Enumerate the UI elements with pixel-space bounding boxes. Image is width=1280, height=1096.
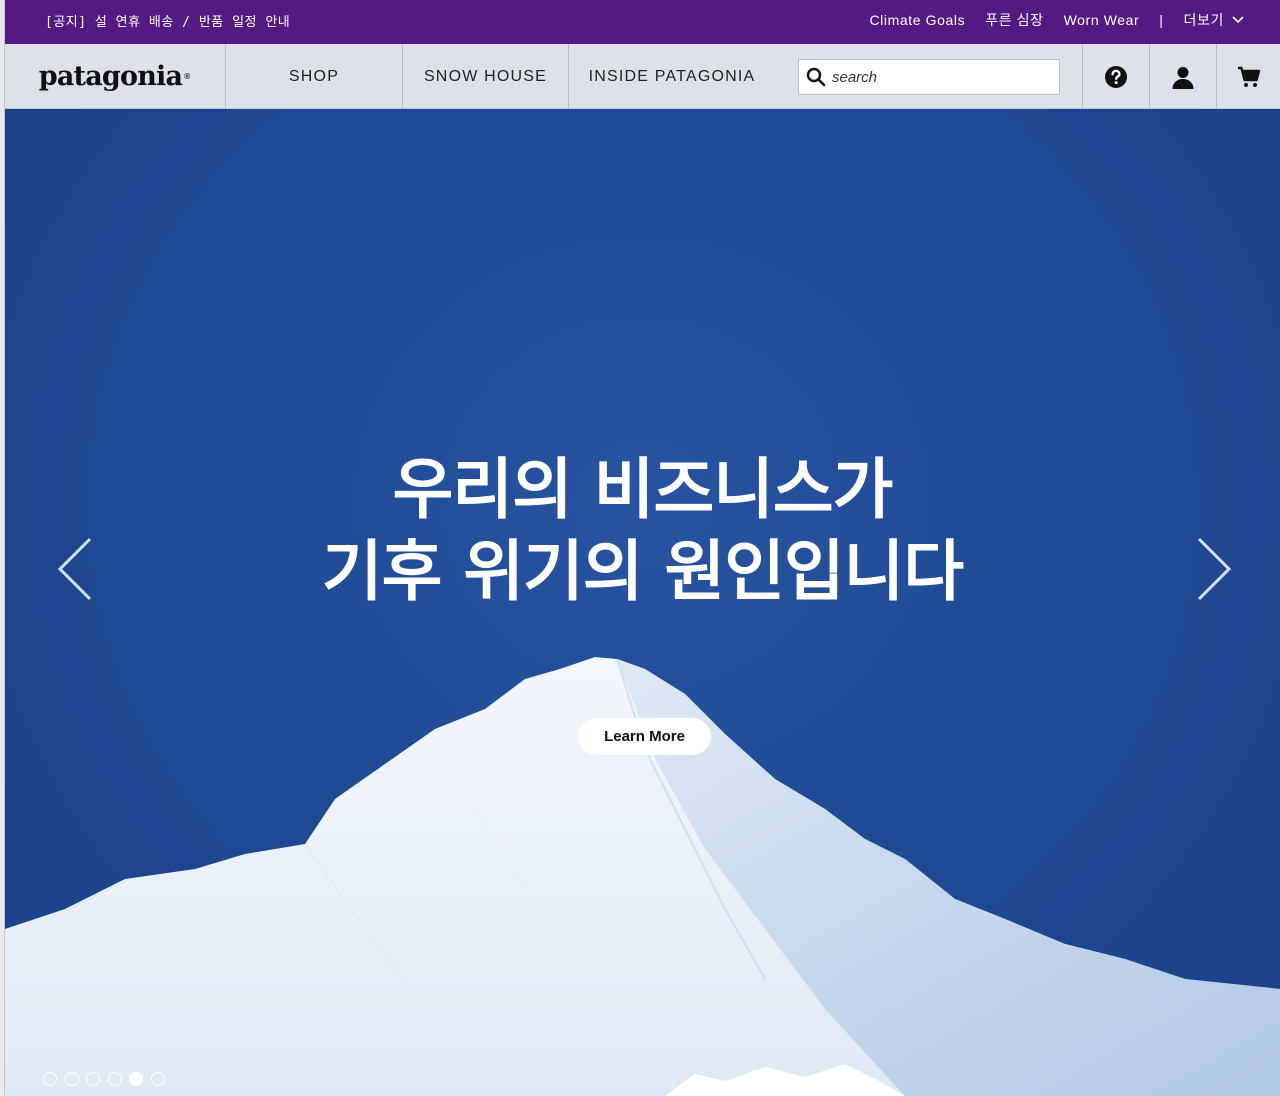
link-separator: | [1159, 12, 1164, 28]
window-edge [0, 0, 5, 1096]
blue-heart-link[interactable]: 푸른 심장 [985, 10, 1043, 30]
hero-headline: 우리의 비즈니스가 기후 위기의 원인입니다 [5, 449, 1280, 613]
chevron-down-icon [1232, 16, 1244, 24]
chevron-right-icon [1197, 537, 1232, 601]
cart-icon [1237, 66, 1260, 87]
carousel-dot[interactable] [43, 1072, 57, 1086]
carousel-dot[interactable] [107, 1072, 122, 1086]
search-box[interactable] [798, 59, 1060, 95]
chevron-left-icon [57, 537, 92, 601]
announcement-bar: [공지] 설 연휴 배송 / 반품 일정 안내 Climate Goals 푸른… [5, 0, 1280, 44]
carousel-dot[interactable] [64, 1072, 79, 1086]
search-icon [806, 67, 826, 87]
registered-mark: ® [183, 72, 192, 81]
help-icon [1105, 65, 1127, 88]
carousel-dot[interactable] [150, 1072, 165, 1086]
logo-text: patagonia [38, 61, 183, 92]
worn-wear-link[interactable]: Worn Wear [1064, 12, 1140, 28]
hero-carousel: 우리의 비즈니스가 기후 위기의 원인입니다 Learn More [5, 109, 1280, 1096]
carousel-dot-active[interactable] [129, 1072, 143, 1086]
nav-shop[interactable]: SHOP [226, 44, 403, 109]
carousel-prev-button[interactable] [51, 529, 101, 609]
account-button[interactable] [1149, 44, 1216, 109]
nav-snow-house[interactable]: SNOW HOUSE [403, 44, 569, 109]
patagonia-logo[interactable]: patagonia ® [5, 44, 226, 109]
utility-links: Climate Goals 푸른 심장 Worn Wear | 더보기 [849, 10, 1244, 30]
notice-link[interactable]: [공지] 설 연휴 배송 / 반품 일정 안내 [45, 11, 290, 30]
account-icon [1172, 66, 1194, 89]
carousel-dots [43, 1072, 172, 1086]
main-nav: patagonia ® SHOP SNOW HOUSE INSIDE PATAGO… [5, 44, 1280, 109]
more-dropdown[interactable]: 더보기 [1184, 10, 1244, 30]
learn-more-button[interactable]: Learn More [578, 718, 711, 755]
headline-line-1: 우리의 비즈니스가 [392, 451, 894, 528]
carousel-dot[interactable] [86, 1072, 100, 1086]
climate-goals-link[interactable]: Climate Goals [869, 12, 965, 28]
carousel-next-button[interactable] [1188, 529, 1238, 609]
more-label: 더보기 [1183, 12, 1224, 28]
help-button[interactable] [1082, 44, 1149, 109]
search-input[interactable] [832, 68, 1042, 86]
cart-button[interactable] [1216, 44, 1280, 109]
nav-inside-patagonia[interactable]: INSIDE PATAGONIA [569, 44, 775, 109]
headline-line-2: 기후 위기의 원인입니다 [321, 533, 964, 610]
